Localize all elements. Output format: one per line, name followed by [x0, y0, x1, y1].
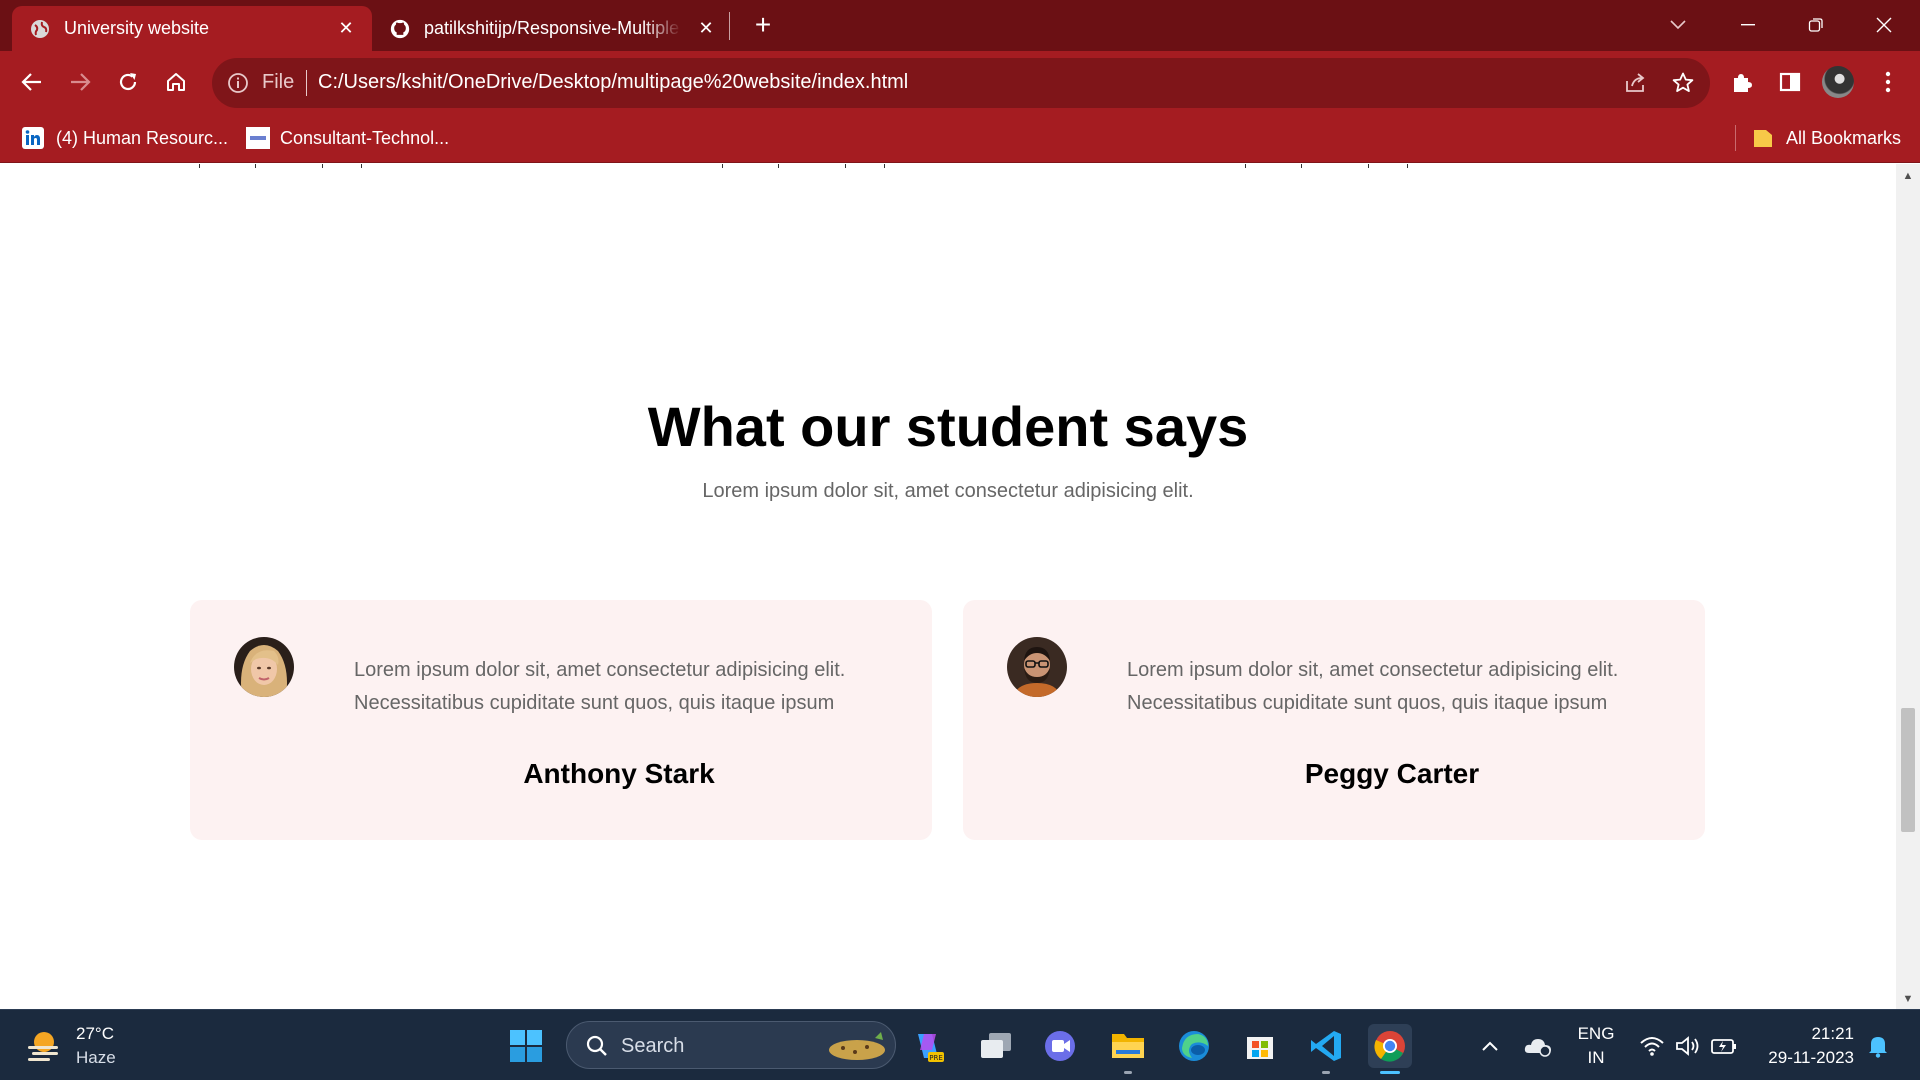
bookmarks-divider: [1735, 125, 1736, 151]
page-viewport: What our student says Lorem ipsum dolor …: [0, 164, 1896, 1009]
region-code: IN: [1587, 1048, 1605, 1067]
scheme-label: File: [262, 71, 295, 93]
restore-button[interactable]: [1796, 10, 1836, 40]
search-icon: [585, 1034, 609, 1063]
globe-icon: [30, 19, 50, 39]
bookmark-item[interactable]: (4) Human Resourc...: [22, 123, 228, 153]
running-indicator: [1124, 1071, 1132, 1074]
clock-time: 21:21: [1811, 1024, 1854, 1043]
search-highlight-icon: [825, 1028, 889, 1069]
vscode-icon[interactable]: [1304, 1024, 1348, 1074]
all-bookmarks-label: All Bookmarks: [1786, 127, 1902, 148]
url-text[interactable]: C:/Users/kshit/OneDrive/Desktop/multipag…: [318, 71, 908, 94]
tab-strip: University website ✕ patilkshitijp/Respo…: [0, 0, 1920, 51]
forward-button[interactable]: [62, 64, 98, 100]
github-icon: [390, 19, 410, 39]
side-panel-icon[interactable]: [1772, 64, 1808, 100]
page-scrollbar[interactable]: ▲ ▼: [1896, 164, 1920, 1009]
tab-search-chevron-icon[interactable]: [1658, 10, 1698, 40]
tab-title: University website: [64, 18, 210, 38]
weather-widget[interactable]: 27°C Haze: [24, 1022, 116, 1070]
home-button[interactable]: [158, 64, 194, 100]
back-button[interactable]: [14, 64, 50, 100]
taskbar-search[interactable]: Search: [566, 1021, 896, 1069]
weather-condition: Haze: [76, 1048, 116, 1067]
tab-github[interactable]: patilkshitijp/Responsive-Multiple ✕: [372, 6, 732, 51]
close-tab-icon[interactable]: ✕: [696, 18, 716, 38]
scroll-up-arrow-icon[interactable]: ▲: [1902, 170, 1914, 182]
minimize-button[interactable]: [1728, 10, 1768, 40]
reload-button[interactable]: [110, 64, 146, 100]
scroll-down-arrow-icon[interactable]: ▼: [1902, 993, 1914, 1005]
scrollbar-thumb[interactable]: [1901, 708, 1915, 832]
start-button[interactable]: [504, 1024, 548, 1068]
profile-avatar[interactable]: [1820, 64, 1856, 100]
new-tab-button[interactable]: +: [749, 11, 777, 40]
site-icon: [246, 127, 270, 149]
man-avatar: [1007, 637, 1067, 697]
clock-date: 29-11-2023: [1768, 1048, 1854, 1067]
linkedin-icon: [22, 127, 44, 149]
running-indicator: [1322, 1071, 1330, 1074]
search-label: Search: [621, 1035, 685, 1057]
bookmark-star-icon[interactable]: [1670, 70, 1696, 96]
share-icon[interactable]: [1622, 70, 1648, 96]
previous-section-edge: [0, 164, 1896, 168]
microsoft-store-icon[interactable]: [1238, 1024, 1282, 1068]
close-window-button[interactable]: [1864, 10, 1904, 40]
testimonial-card: Lorem ipsum dolor sit, amet consectetur …: [190, 600, 932, 840]
testimonials-subheading: Lorem ipsum dolor sit, amet consectetur …: [702, 480, 1194, 502]
testimonial-name: Anthony Stark: [523, 758, 715, 789]
tab-separator: [729, 12, 730, 40]
edge-browser-icon[interactable]: [1172, 1024, 1216, 1068]
all-bookmarks-button[interactable]: All Bookmarks: [1752, 123, 1901, 153]
svg-text:PRE: PRE: [929, 1054, 943, 1062]
testimonial-quote: Lorem ipsum dolor sit, amet consectetur …: [354, 659, 846, 714]
language-code: ENG: [1577, 1024, 1615, 1043]
tab-university-website[interactable]: University website ✕: [12, 6, 372, 51]
battery-icon[interactable]: [1702, 1024, 1746, 1068]
task-view-icon[interactable]: [974, 1024, 1018, 1068]
weather-temperature: 27°C: [76, 1024, 114, 1043]
windows-taskbar: 27°C Haze Search PRE ENG IN 21:21 29-11-…: [0, 1009, 1920, 1080]
onedrive-cloud-icon[interactable]: [1516, 1024, 1560, 1068]
active-indicator: [1380, 1071, 1400, 1074]
address-bar[interactable]: File C:/Users/kshit/OneDrive/Desktop/mul…: [212, 58, 1710, 108]
tab-title: patilkshitijp/Responsive-Multiple: [424, 18, 680, 38]
teams-chat-icon[interactable]: [1038, 1024, 1082, 1068]
browser-toolbar: File C:/Users/kshit/OneDrive/Desktop/mul…: [0, 51, 1920, 113]
bookmark-label: (4) Human Resourc...: [56, 127, 229, 148]
close-tab-icon[interactable]: ✕: [336, 18, 356, 38]
bookmark-item[interactable]: Consultant-Technol...: [246, 123, 449, 153]
extensions-icon[interactable]: [1724, 64, 1760, 100]
bookmarks-bar: (4) Human Resourc... Consultant-Technol.…: [0, 113, 1920, 163]
testimonial-quote: Lorem ipsum dolor sit, amet consectetur …: [1127, 659, 1619, 714]
haze-weather-icon: [24, 1026, 64, 1066]
bookmark-label: Consultant-Technol...: [280, 127, 450, 148]
file-explorer-icon[interactable]: [1106, 1024, 1150, 1074]
show-hidden-icons-chevron-icon[interactable]: [1468, 1024, 1512, 1068]
testimonial-name: Peggy Carter: [1304, 758, 1480, 789]
testimonial-card: Lorem ipsum dolor sit, amet consectetur …: [963, 600, 1705, 840]
address-divider: [306, 70, 307, 96]
folder-icon: [1752, 127, 1774, 149]
testimonials-heading: What our student says: [647, 395, 1249, 458]
system-clock[interactable]: 21:21 29-11-2023: [1752, 1022, 1862, 1070]
copilot-icon[interactable]: PRE: [906, 1024, 950, 1068]
language-indicator[interactable]: ENG IN: [1574, 1022, 1618, 1070]
chrome-icon[interactable]: [1368, 1024, 1412, 1074]
notification-bell-icon[interactable]: [1856, 1024, 1900, 1068]
menu-kebab-icon[interactable]: [1870, 64, 1906, 100]
woman-avatar: [234, 637, 294, 697]
info-icon[interactable]: [226, 71, 250, 95]
